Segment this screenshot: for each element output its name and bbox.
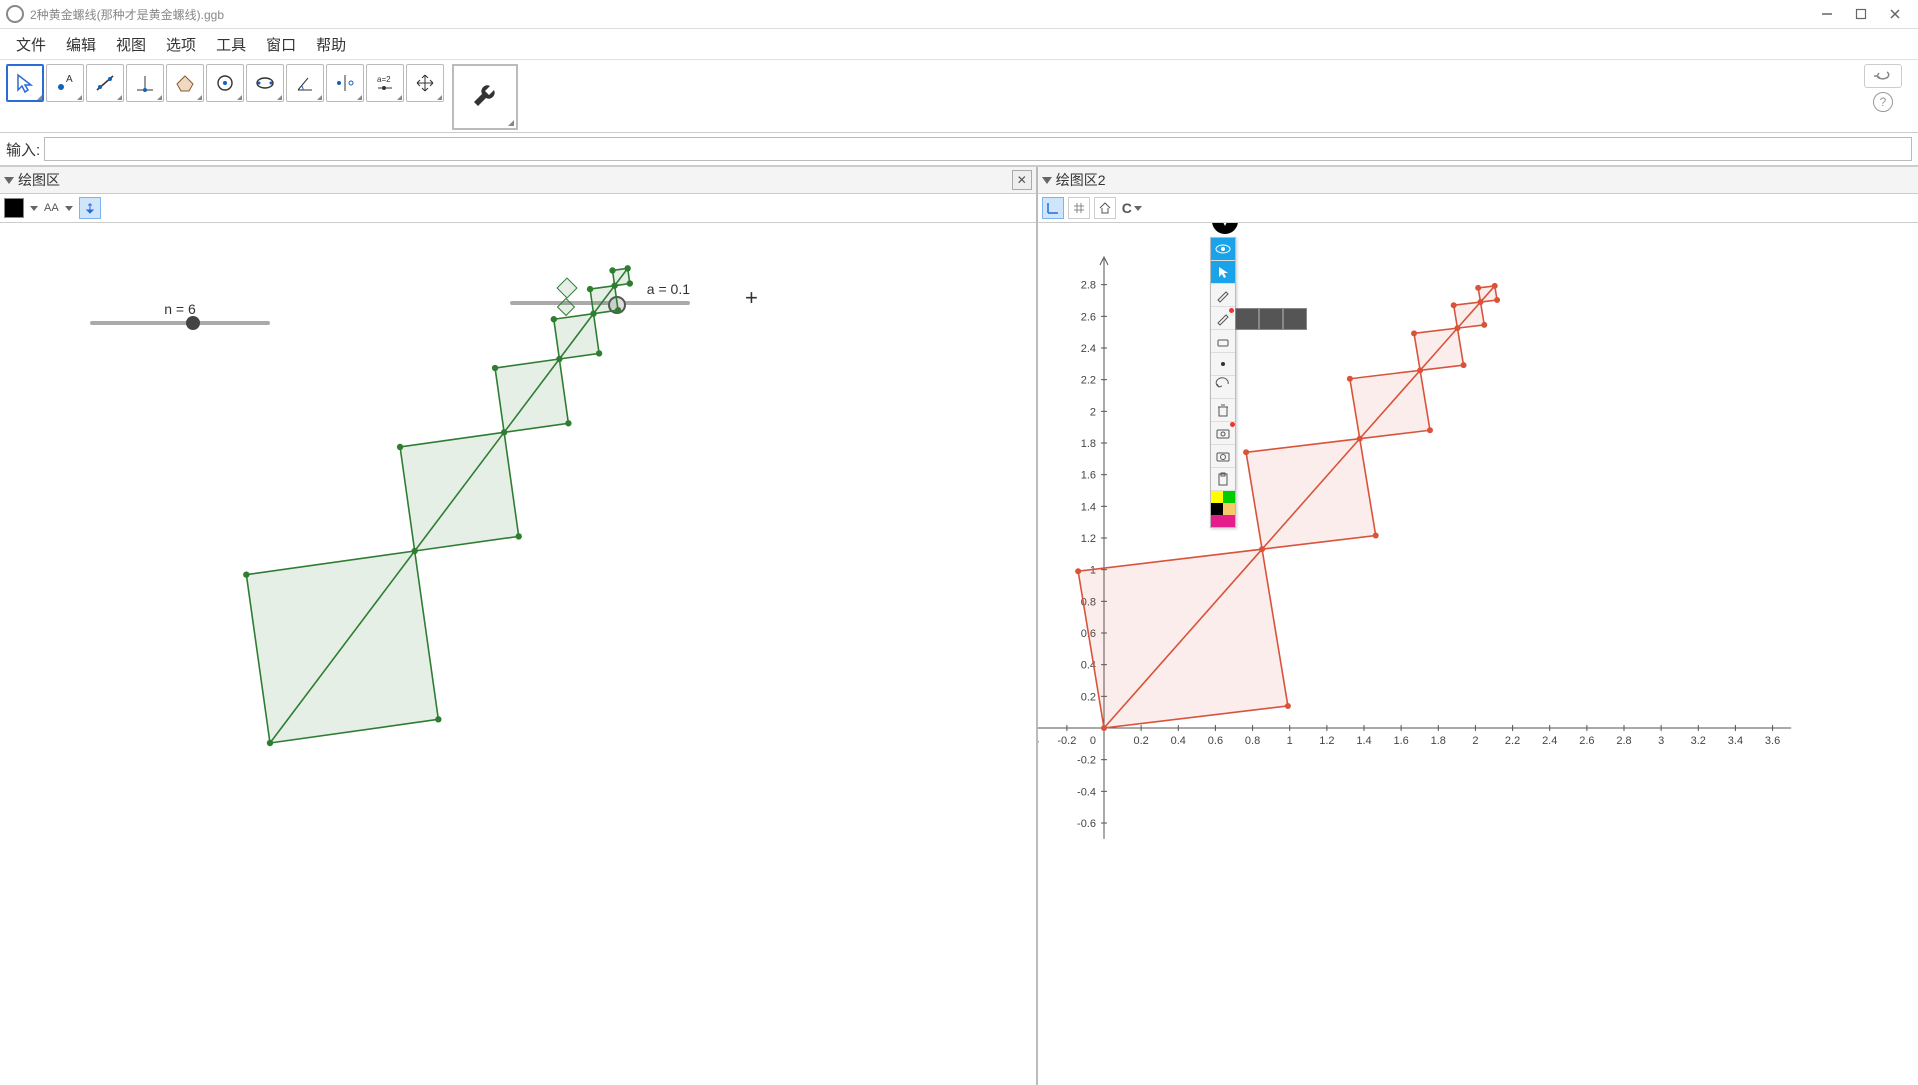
- svg-text:1.8: 1.8: [1430, 735, 1445, 747]
- menu-tools[interactable]: 工具: [208, 30, 254, 59]
- green-golden-spiral: [0, 223, 800, 843]
- svg-text:3.2: 3.2: [1690, 735, 1705, 747]
- text-size-label: AA: [44, 202, 59, 214]
- menu-view[interactable]: 视图: [108, 30, 154, 59]
- tool-move-view[interactable]: [406, 64, 444, 102]
- text-size-dropdown[interactable]: [63, 206, 75, 211]
- panel2-title: 绘图区2: [1056, 170, 1106, 190]
- svg-text:2.4: 2.4: [1542, 735, 1557, 747]
- input-label: 输入:: [6, 139, 40, 160]
- tool-angle[interactable]: [286, 64, 324, 102]
- tool-move[interactable]: [6, 64, 44, 102]
- svg-text:1.4: 1.4: [1356, 735, 1371, 747]
- help-icon[interactable]: ?: [1873, 92, 1893, 112]
- workarea: 绘图区 ✕ AA n = 6 a = 0.1 +: [0, 166, 1918, 1085]
- collapse-icon-2[interactable]: [1042, 177, 1052, 184]
- svg-text:0: 0: [1090, 735, 1096, 747]
- svg-text:1.6: 1.6: [1080, 470, 1095, 482]
- window-title: 2种黄金螺线(那种才是黄金螺线).ggb: [30, 6, 1810, 23]
- input-field[interactable]: [44, 137, 1912, 161]
- app-icon: [6, 5, 24, 23]
- axes-toggle[interactable]: [1042, 197, 1064, 219]
- color-dropdown[interactable]: [28, 206, 40, 211]
- svg-text:0.6: 0.6: [1207, 735, 1222, 747]
- svg-text:0.2: 0.2: [1133, 735, 1148, 747]
- svg-text:1: 1: [1286, 735, 1292, 747]
- panel1-header[interactable]: 绘图区 ✕: [0, 167, 1036, 194]
- tool-circle[interactable]: [206, 64, 244, 102]
- close-button[interactable]: [1878, 0, 1912, 28]
- menu-edit[interactable]: 编辑: [58, 30, 104, 59]
- undo-button[interactable]: [1864, 64, 1902, 88]
- collapse-icon[interactable]: [4, 177, 14, 184]
- menu-file[interactable]: 文件: [8, 30, 54, 59]
- menu-window[interactable]: 窗口: [258, 30, 304, 59]
- svg-text:3.4: 3.4: [1727, 735, 1742, 747]
- svg-text:2.2: 2.2: [1080, 375, 1095, 387]
- menu-help[interactable]: 帮助: [308, 30, 354, 59]
- svg-text:-0.2: -0.2: [1077, 755, 1096, 767]
- panel2-tools: C: [1038, 194, 1918, 223]
- svg-text:2.6: 2.6: [1080, 311, 1095, 323]
- panel1-close[interactable]: ✕: [1012, 170, 1032, 190]
- grid-toggle[interactable]: [1068, 197, 1090, 219]
- menubar: 文件 编辑 视图 选项 工具 窗口 帮助: [0, 29, 1918, 60]
- svg-text:0.2: 0.2: [1080, 691, 1095, 703]
- panel1-canvas[interactable]: n = 6 a = 0.1 +: [0, 223, 1036, 1085]
- menu-options[interactable]: 选项: [158, 30, 204, 59]
- home-button[interactable]: [1094, 197, 1116, 219]
- panel1-title: 绘图区: [18, 170, 60, 190]
- graphics-panel-1: 绘图区 ✕ AA n = 6 a = 0.1 +: [0, 167, 1038, 1085]
- svg-text:1.2: 1.2: [1080, 533, 1095, 545]
- point-capture-dropdown[interactable]: C: [1120, 200, 1144, 216]
- svg-text:0.8: 0.8: [1245, 735, 1260, 747]
- svg-text:1.4: 1.4: [1080, 501, 1095, 513]
- panel2-canvas[interactable]: -0.4 -0.2 0.2 0.4 0.6 0.8 1 1.2 1.4 1.6 1.8 2 2.2 2.4…: [1038, 223, 1918, 1085]
- panel2-header[interactable]: 绘图区2: [1038, 167, 1918, 194]
- tool-reflect[interactable]: [326, 64, 364, 102]
- tool-point[interactable]: A: [46, 64, 84, 102]
- svg-text:3: 3: [1658, 735, 1664, 747]
- svg-text:A: A: [66, 74, 73, 85]
- svg-text:1.8: 1.8: [1080, 438, 1095, 450]
- svg-text:2.6: 2.6: [1579, 735, 1594, 747]
- minimize-button[interactable]: [1810, 0, 1844, 28]
- tool-perpendicular[interactable]: [126, 64, 164, 102]
- svg-text:2.8: 2.8: [1616, 735, 1631, 747]
- svg-text:a=2: a=2: [377, 75, 391, 84]
- maximize-button[interactable]: [1844, 0, 1878, 28]
- svg-text:2: 2: [1472, 735, 1478, 747]
- main-toolbar: A a=2 ?: [0, 60, 1918, 133]
- tool-polygon[interactable]: [166, 64, 204, 102]
- graphics-panel-2: 绘图区2 C: [1038, 167, 1918, 1085]
- tool-custom-wrench[interactable]: [452, 64, 518, 130]
- tool-conic[interactable]: [246, 64, 284, 102]
- svg-text:2: 2: [1090, 406, 1096, 418]
- svg-text:3.6: 3.6: [1765, 735, 1780, 747]
- svg-text:-0.4: -0.4: [1038, 735, 1039, 747]
- titlebar: 2种黄金螺线(那种才是黄金螺线).ggb: [0, 0, 1918, 29]
- svg-text:2.4: 2.4: [1080, 343, 1095, 355]
- svg-text:1.2: 1.2: [1319, 735, 1334, 747]
- svg-text:2.2: 2.2: [1505, 735, 1520, 747]
- red-golden-spiral-with-axes: -0.4 -0.2 0.2 0.4 0.6 0.8 1 1.2 1.4 1.6 1.8 2 2.2 2.4…: [1038, 223, 1918, 843]
- svg-text:-0.4: -0.4: [1077, 786, 1096, 798]
- color-swatch[interactable]: [4, 198, 24, 218]
- tool-line[interactable]: [86, 64, 124, 102]
- svg-text:-0.2: -0.2: [1057, 735, 1076, 747]
- svg-text:2.8: 2.8: [1080, 280, 1095, 292]
- svg-text:1.6: 1.6: [1393, 735, 1408, 747]
- input-bar: 输入:: [0, 133, 1918, 166]
- tool-slider[interactable]: a=2: [366, 64, 404, 102]
- svg-text:0.4: 0.4: [1170, 735, 1185, 747]
- svg-text:-0.6: -0.6: [1077, 818, 1096, 830]
- pin-button[interactable]: [79, 197, 101, 219]
- panel1-tools: AA: [0, 194, 1036, 223]
